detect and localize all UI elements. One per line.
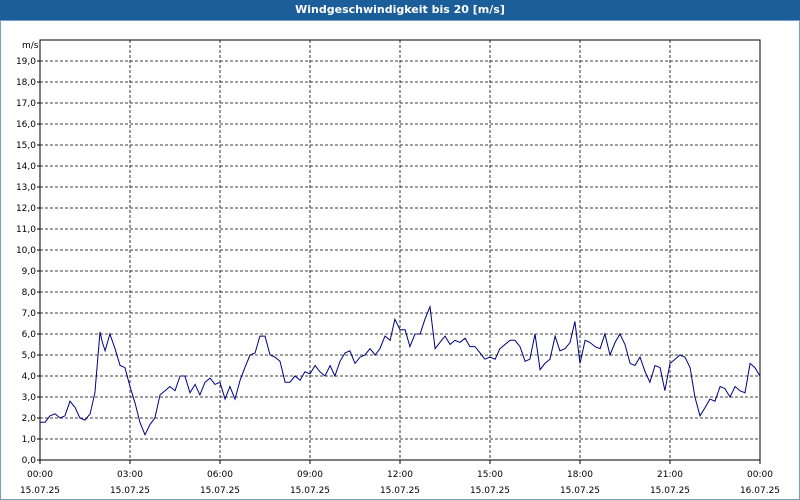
y-tick-label: 5,0 xyxy=(22,351,37,361)
y-tick-label: 16,0 xyxy=(16,120,36,130)
x-axis-ticks: 00:00 15.07.25 03:00 15.07.25 06:00 15.07.25 0… xyxy=(20,460,780,496)
y-tick-label: 14,0 xyxy=(16,162,36,172)
y-tick-label: 15,0 xyxy=(16,141,36,151)
x-tick-time-label: 12:00 xyxy=(387,470,413,480)
x-tick-date-label: 16.07.25 xyxy=(740,486,780,496)
wind-speed-chart: m/s 0,0 1,0 2,0 3,0 4,0 5,0 6,0 7,0 8,0 9,0 10,0 11… xyxy=(16,39,780,496)
y-tick-label: 8,0 xyxy=(22,288,37,298)
y-tick-label: 4,0 xyxy=(22,372,37,382)
y-tick-label: 1,0 xyxy=(22,435,37,445)
y-tick-label: 2,0 xyxy=(22,414,37,424)
y-tick-label: 0,0 xyxy=(22,456,37,466)
x-tick-date-label: 15.07.25 xyxy=(200,486,240,496)
y-axis-ticks: 0,0 1,0 2,0 3,0 4,0 5,0 6,0 7,0 8,0 9,0 10,0 11,0 12… xyxy=(16,57,40,466)
x-tick-time-label: 03:00 xyxy=(117,470,143,480)
x-tick-date-label: 15.07.25 xyxy=(380,486,420,496)
x-tick-time-label: 09:00 xyxy=(297,470,323,480)
y-tick-label: 6,0 xyxy=(22,330,37,340)
x-tick-time-label: 15:00 xyxy=(477,470,503,480)
y-tick-label: 3,0 xyxy=(22,393,37,403)
y-tick-label: 17,0 xyxy=(16,99,36,109)
grid-lines xyxy=(40,40,760,460)
x-tick-date-label: 15.07.25 xyxy=(650,486,690,496)
x-tick-date-label: 15.07.25 xyxy=(470,486,510,496)
x-tick-time-label: 00:00 xyxy=(747,470,773,480)
y-tick-label: 7,0 xyxy=(22,309,37,319)
y-axis-unit-label: m/s xyxy=(22,41,39,51)
x-tick-time-label: 21:00 xyxy=(657,470,683,480)
y-tick-label: 12,0 xyxy=(16,204,36,214)
y-tick-label: 13,0 xyxy=(16,183,36,193)
x-tick-time-label: 06:00 xyxy=(207,470,233,480)
y-tick-label: 9,0 xyxy=(22,267,37,277)
x-tick-date-label: 15.07.25 xyxy=(110,486,150,496)
x-tick-time-label: 18:00 xyxy=(567,470,593,480)
y-tick-label: 10,0 xyxy=(16,246,36,256)
x-tick-date-label: 15.07.25 xyxy=(20,486,60,496)
y-tick-label: 11,0 xyxy=(16,225,36,235)
y-tick-label: 18,0 xyxy=(16,78,36,88)
x-tick-time-label: 00:00 xyxy=(27,470,53,480)
x-tick-date-label: 15.07.25 xyxy=(290,486,330,496)
y-tick-label: 19,0 xyxy=(16,57,36,67)
x-tick-date-label: 15.07.25 xyxy=(560,486,600,496)
